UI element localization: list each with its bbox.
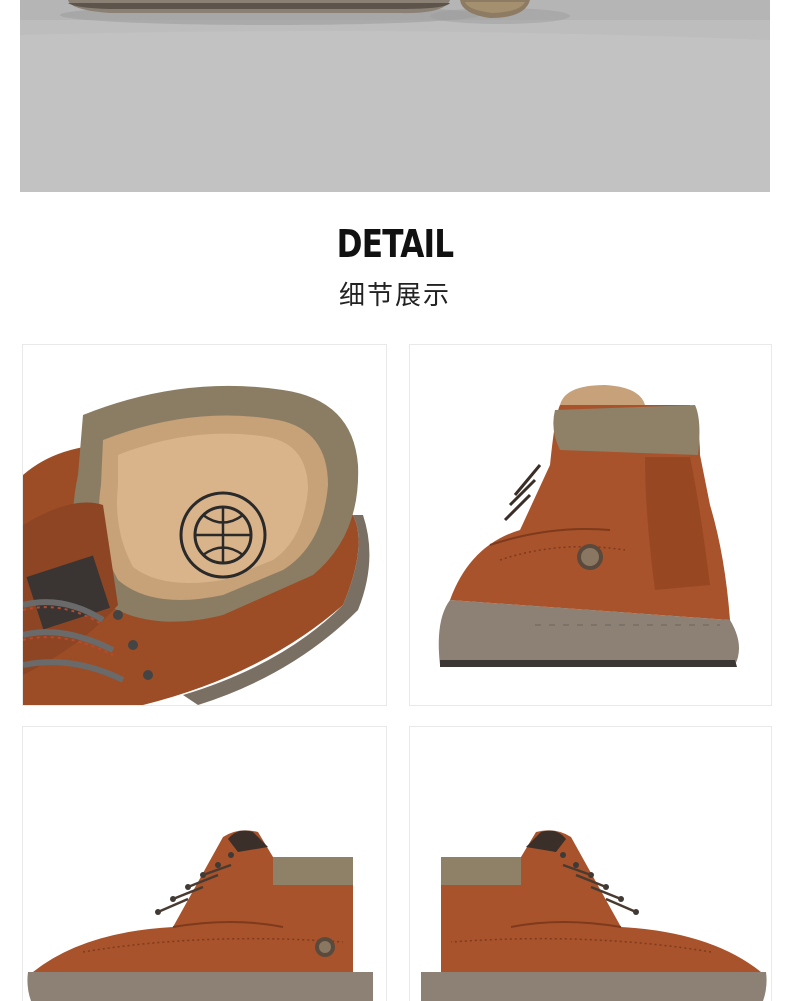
shoe-sole-photo — [20, 0, 770, 192]
side-detail-photo-right — [409, 726, 772, 1001]
collar-detail-photo — [22, 344, 387, 706]
section-title: DETAIL — [336, 222, 454, 266]
section-subtitle: 细节展示 — [338, 281, 451, 311]
side-detail-photo-left — [22, 726, 387, 1001]
heel-detail-photo — [409, 344, 772, 706]
